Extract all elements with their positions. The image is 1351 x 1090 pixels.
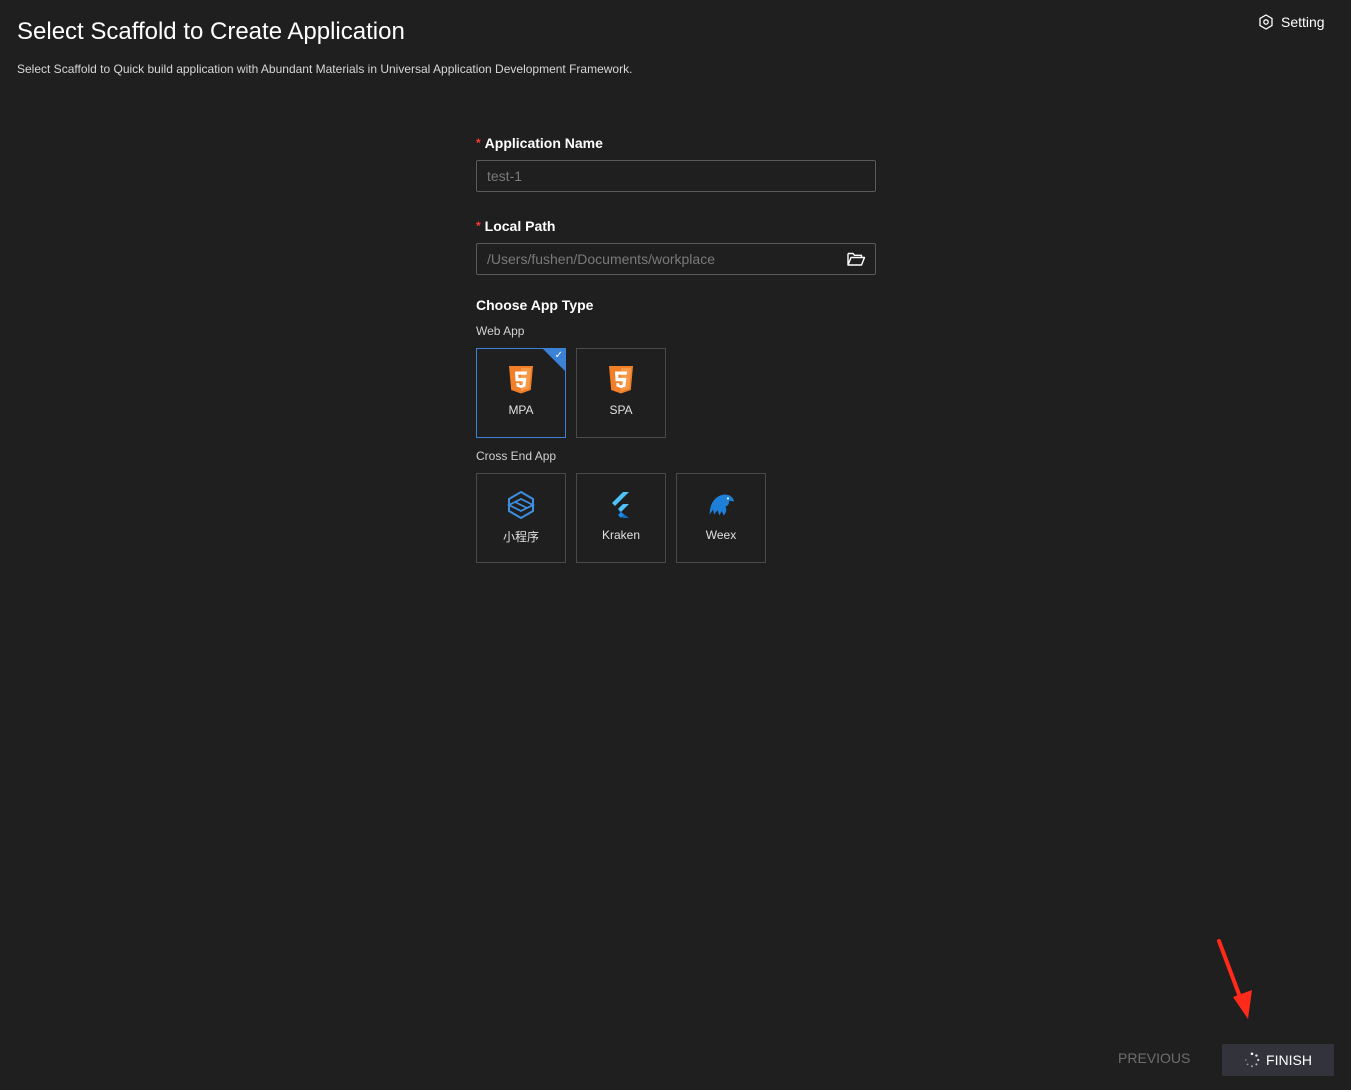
app-name-label-text: Application Name (484, 135, 603, 151)
local-path-label: * Local Path (476, 218, 876, 234)
folder-picker-button[interactable] (845, 248, 867, 270)
page-title: Select Scaffold to Create Application (17, 18, 405, 45)
app-type-title: Choose App Type (476, 297, 594, 313)
app-type-card-mpa[interactable]: ✓ MPA (476, 348, 566, 438)
app-type-label: 小程序 (502, 530, 539, 544)
app-type-label: MPA (508, 403, 534, 417)
app-type-card-kraken[interactable]: Kraken (576, 473, 666, 563)
local-path-label-text: Local Path (484, 218, 556, 234)
app-type-label: Weex (705, 528, 737, 542)
local-path-input[interactable] (485, 250, 845, 268)
gear-icon (1259, 14, 1273, 30)
app-type-card-miniapp[interactable]: 小程序 (476, 473, 566, 563)
web-app-group-label: Web App (476, 324, 525, 338)
html5-icon (607, 365, 635, 395)
app-name-field (476, 160, 876, 192)
weex-icon (707, 490, 735, 520)
app-type-card-spa[interactable]: SPA (576, 348, 666, 438)
app-type-card-weex[interactable]: Weex (676, 473, 766, 563)
app-name-label: * Application Name (476, 135, 876, 151)
web-app-cards: ✓ MPA SPA (476, 348, 876, 438)
annotation-arrow (1217, 939, 1252, 1019)
cross-end-cards: 小程序 Kraken Weex (476, 473, 876, 563)
setting-button[interactable]: Setting (1258, 14, 1325, 30)
folder-open-icon (846, 252, 865, 266)
app-type-label: SPA (609, 403, 633, 417)
finish-button[interactable]: FINISH (1222, 1044, 1334, 1076)
create-app-form: * Application Name * Local Path Choose A… (476, 135, 876, 563)
setting-label: Setting (1281, 14, 1325, 30)
kraken-icon (607, 490, 635, 520)
check-icon: ✓ (554, 350, 563, 361)
app-name-input[interactable] (485, 167, 867, 185)
finish-label: FINISH (1266, 1052, 1312, 1068)
miniapp-icon (507, 490, 535, 520)
page-subtitle: Select Scaffold to Quick build applicati… (17, 62, 633, 76)
loading-spinner-icon (1244, 1052, 1260, 1068)
app-type-label: Kraken (601, 528, 641, 542)
cross-end-group-label: Cross End App (476, 449, 557, 463)
required-mark: * (476, 136, 481, 150)
html5-icon (507, 365, 535, 395)
required-mark: * (476, 219, 481, 233)
previous-button[interactable]: PREVIOUS (1118, 1050, 1190, 1066)
local-path-field (476, 243, 876, 275)
